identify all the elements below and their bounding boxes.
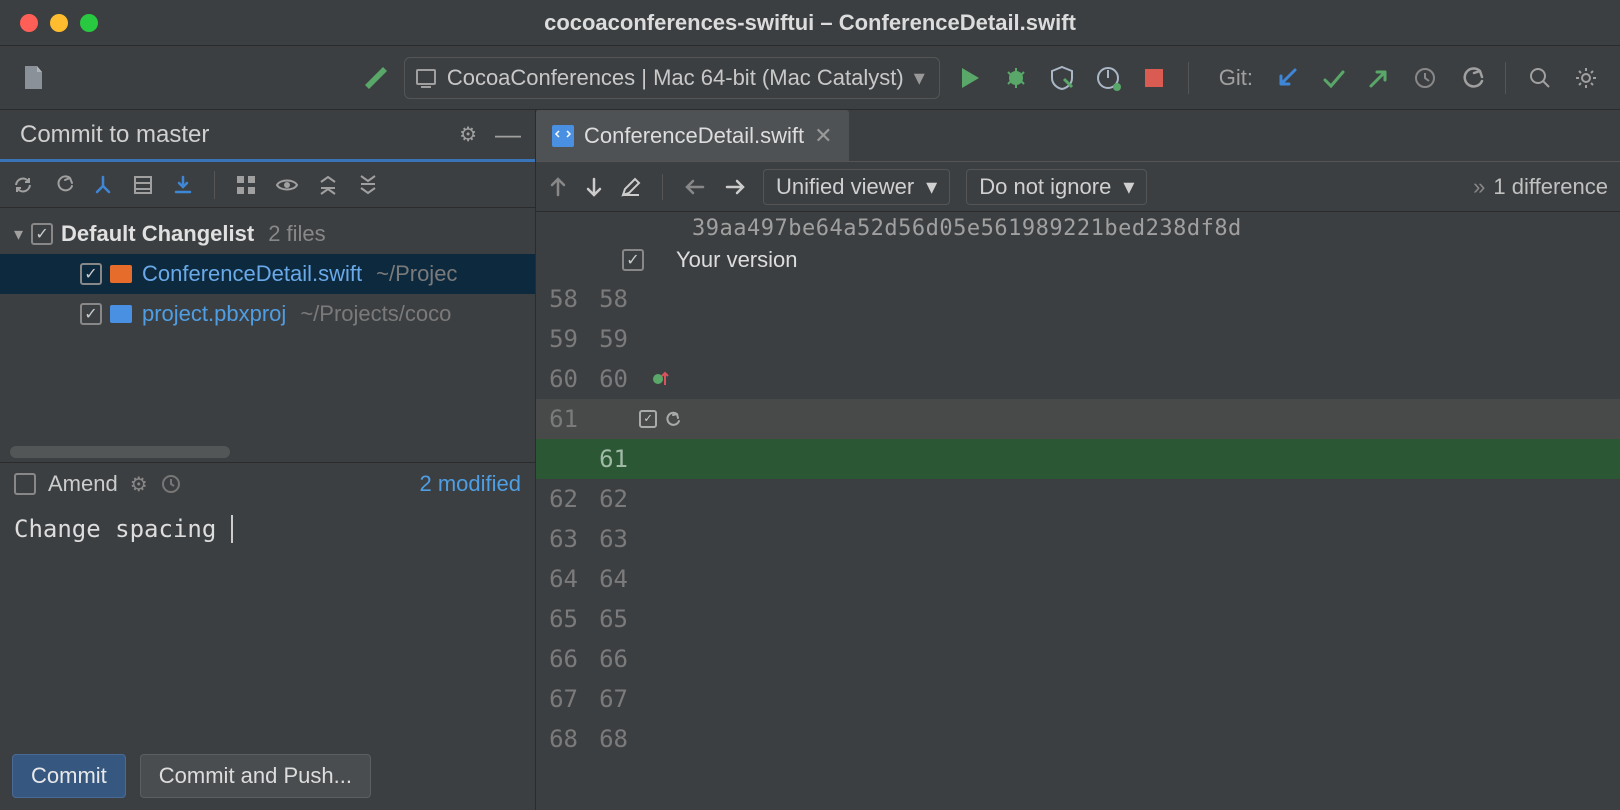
tree-h-scrollbar[interactable] (10, 446, 230, 458)
file-row[interactable]: ConferenceDetail.swift ~/Projec (0, 254, 535, 294)
main-toolbar: CocoaConferences | Mac 64-bit (Mac Catal… (0, 46, 1620, 110)
git-push-icon[interactable] (1363, 62, 1395, 94)
search-icon[interactable] (1524, 62, 1556, 94)
git-pull-icon[interactable] (1271, 62, 1303, 94)
project-file-icon (110, 305, 132, 323)
view-options-icon[interactable] (275, 175, 299, 195)
close-window-button[interactable] (20, 14, 38, 32)
nav-back-icon[interactable] (683, 177, 707, 197)
ignore-mode-label: Do not ignore (979, 174, 1111, 200)
commit-panel: Commit to master ⚙ — (0, 110, 536, 810)
panel-minimize-icon[interactable]: — (495, 119, 521, 150)
titlebar: cocoaconferences-swiftui – ConferenceDet… (0, 0, 1620, 46)
chevron-down-icon: ▾ (14, 224, 23, 245)
window-controls (20, 14, 98, 32)
amend-label: Amend (48, 471, 118, 497)
shelve-icon[interactable] (92, 174, 114, 196)
chevron-down-icon: ▾ (1123, 174, 1134, 200)
commit-hash: 39aa497be64a52d56d05e561989221bed238df8d (692, 216, 1600, 241)
viewer-mode-selector[interactable]: Unified viewer ▾ (763, 169, 950, 205)
file-name: ConferenceDetail.swift (142, 261, 362, 287)
changelist-toolbar (0, 162, 535, 208)
window-title: cocoaconferences-swiftui – ConferenceDet… (16, 10, 1604, 36)
file-path: ~/Projects/coco (300, 301, 451, 327)
minimize-window-button[interactable] (50, 14, 68, 32)
viewer-mode-label: Unified viewer (776, 174, 914, 200)
git-history-icon[interactable] (1409, 62, 1441, 94)
diff-icon[interactable] (132, 174, 154, 196)
swift-file-icon (110, 265, 132, 283)
commit-message-input[interactable]: Change spacing (0, 505, 535, 744)
build-hammer-icon[interactable] (358, 62, 390, 94)
stop-icon[interactable] (1138, 62, 1170, 94)
changelist-dropdown-icon[interactable] (172, 174, 194, 196)
settings-gear-icon[interactable] (1570, 62, 1602, 94)
diff-editor[interactable]: 5858595960606161626263636464656566666767… (536, 279, 1620, 810)
run-config-selector[interactable]: CocoaConferences | Mac 64-bit (Mac Catal… (404, 57, 940, 99)
editor-tabs: ConferenceDetail.swift ✕ (536, 110, 1620, 162)
diff-header: 39aa497be64a52d56d05e561989221bed238df8d… (536, 212, 1620, 279)
profile-icon[interactable] (1092, 62, 1124, 94)
file-name: project.pbxproj (142, 301, 286, 327)
ignore-mode-selector[interactable]: Do not ignore ▾ (966, 169, 1147, 205)
changelist-label: Default Changelist (61, 221, 254, 247)
changelist-checkbox[interactable] (31, 223, 53, 245)
nav-forward-icon[interactable] (723, 177, 747, 197)
file-checkbox[interactable] (80, 303, 102, 325)
editor-tab[interactable]: ConferenceDetail.swift ✕ (536, 110, 849, 161)
file-checkbox[interactable] (80, 263, 102, 285)
close-icon[interactable]: ✕ (814, 123, 832, 149)
editor-area: ConferenceDetail.swift ✕ Unified view (536, 110, 1620, 810)
changelist-count: 2 files (268, 221, 325, 247)
git-commit-icon[interactable] (1317, 62, 1349, 94)
revert-icon[interactable] (52, 174, 74, 196)
commit-and-push-button[interactable]: Commit and Push... (140, 754, 371, 798)
next-diff-icon[interactable] (584, 175, 604, 199)
zoom-window-button[interactable] (80, 14, 98, 32)
diff-summary: »1 difference (1473, 174, 1608, 200)
amend-row: Amend ⚙ 2 modified (0, 462, 535, 505)
run-icon[interactable] (954, 62, 986, 94)
collapse-all-icon[interactable] (357, 174, 379, 196)
new-file-icon[interactable] (18, 62, 50, 94)
panel-title: Commit to master (20, 121, 451, 149)
git-revert-icon[interactable] (1455, 62, 1487, 94)
amend-checkbox[interactable] (14, 473, 36, 495)
device-icon (415, 67, 437, 89)
chevron-down-icon: ▾ (926, 174, 937, 200)
message-gear-icon[interactable]: ⚙ (130, 472, 148, 497)
group-by-icon[interactable] (235, 174, 257, 196)
tab-label: ConferenceDetail.swift (584, 123, 804, 149)
refresh-icon[interactable] (12, 174, 34, 196)
diff-toolbar: Unified viewer ▾ Do not ignore ▾ »1 diff… (536, 162, 1620, 212)
your-version-label: Your version (676, 247, 797, 273)
expand-all-icon[interactable] (317, 174, 339, 196)
file-row[interactable]: project.pbxproj ~/Projects/coco (0, 294, 535, 334)
message-history-icon[interactable] (160, 473, 182, 495)
git-label: Git: (1219, 65, 1253, 91)
prev-diff-icon[interactable] (548, 175, 568, 199)
edit-icon[interactable] (620, 176, 642, 198)
chevron-down-icon: ▾ (914, 65, 925, 91)
line-gutter: 5858595960606161626263636464656566666767… (536, 279, 1620, 810)
coverage-icon[interactable] (1046, 62, 1078, 94)
file-path: ~/Projec (376, 261, 457, 287)
changelist-row[interactable]: ▾ Default Changelist 2 files (0, 214, 535, 254)
swift-file-icon (552, 125, 574, 147)
panel-gear-icon[interactable]: ⚙ (459, 122, 477, 147)
debug-icon[interactable] (1000, 62, 1032, 94)
run-config-label: CocoaConferences | Mac 64-bit (Mac Catal… (447, 65, 904, 91)
changes-tree: ▾ Default Changelist 2 files ConferenceD… (0, 208, 535, 340)
include-version-checkbox[interactable] (622, 249, 644, 271)
modified-count: 2 modified (419, 471, 521, 497)
commit-button[interactable]: Commit (12, 754, 126, 798)
commit-message-text: Change spacing (14, 515, 216, 543)
